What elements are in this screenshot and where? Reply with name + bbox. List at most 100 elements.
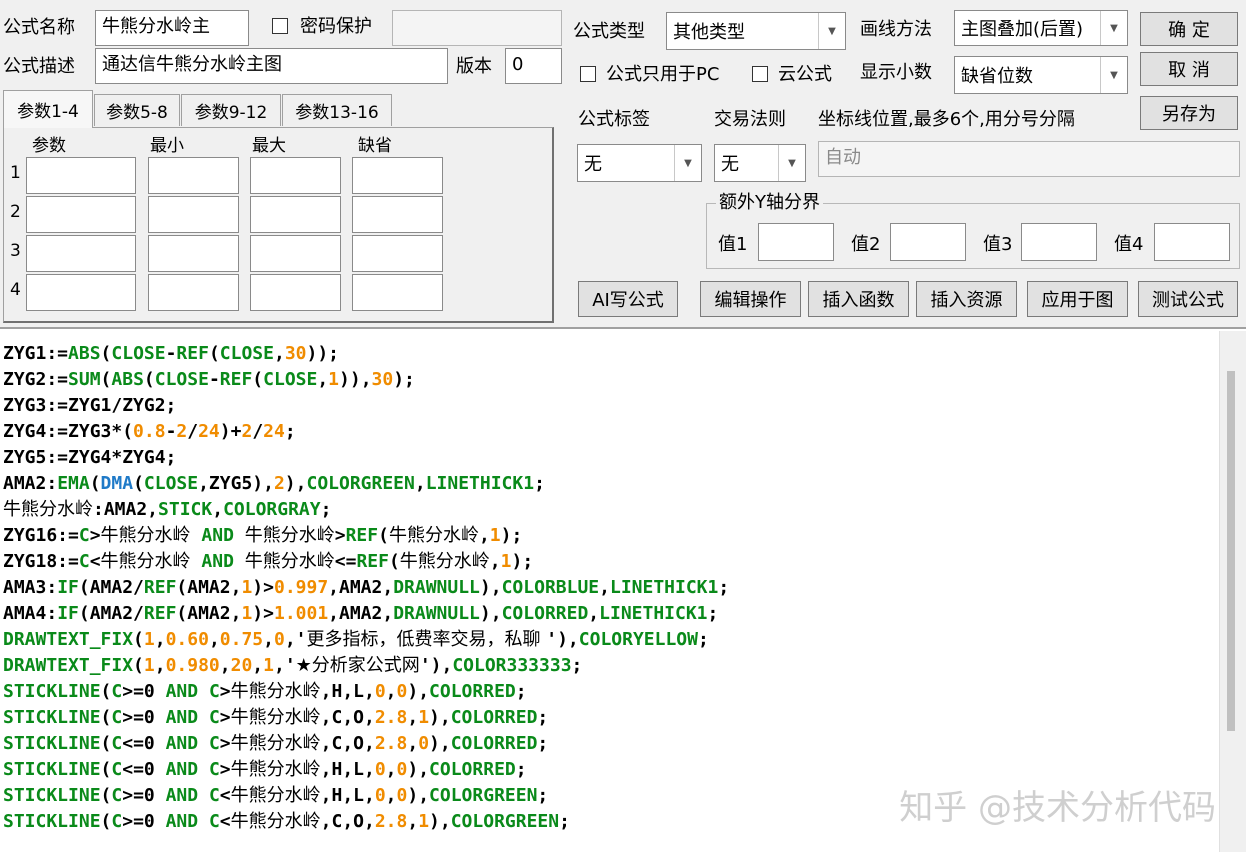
code-line[interactable]: AMA3:IF(AMA2/REF(AMA2,1)>0.997,AMA2,DRAW… bbox=[3, 575, 729, 601]
code-token: AMA4: bbox=[3, 603, 58, 624]
param-min-input[interactable] bbox=[148, 235, 239, 272]
formula-type-value: 其他类型 bbox=[673, 22, 745, 43]
ok-button[interactable]: 确 定 bbox=[1140, 12, 1238, 46]
cancel-button[interactable]: 取 消 bbox=[1140, 52, 1238, 86]
param-row-number: 1 bbox=[10, 163, 21, 183]
code-token: , bbox=[212, 499, 224, 520]
code-token: C bbox=[78, 551, 90, 572]
code-line[interactable]: ZYG3:=ZYG1/ZYG2; bbox=[3, 393, 729, 419]
code-line[interactable]: DRAWTEXT_FIX(1,0.60,0.75,0,'更多指标，低费率交易，私… bbox=[3, 627, 729, 653]
save-as-button[interactable]: 另存为 bbox=[1140, 96, 1238, 130]
code-line[interactable]: ZYG2:=SUM(ABS(CLOSE-REF(CLOSE,1)),30); bbox=[3, 367, 729, 393]
code-token: STICKLINE bbox=[3, 785, 101, 806]
pc-only-checkbox[interactable] bbox=[580, 66, 596, 82]
dropdown-arrow-icon[interactable]: ▼ bbox=[674, 145, 701, 181]
ai-write-button[interactable]: AI写公式 bbox=[578, 281, 678, 317]
code-token: ), bbox=[407, 785, 430, 806]
code-token: ); bbox=[511, 551, 534, 572]
code-line[interactable]: STICKLINE(C>=0 AND C>牛熊分水岭,H,L,0,0),COLO… bbox=[3, 679, 729, 705]
password-input[interactable] bbox=[392, 10, 562, 46]
draw-method-select[interactable]: 主图叠加(后置) ▼ bbox=[954, 10, 1128, 46]
param-max-input[interactable] bbox=[250, 235, 341, 272]
dropdown-arrow-icon[interactable]: ▼ bbox=[778, 145, 805, 181]
edit-ops-button[interactable]: 编辑操作 bbox=[700, 281, 801, 317]
tab-params-1-4[interactable]: 参数1-4 bbox=[3, 90, 93, 128]
tab-params-13-16[interactable]: 参数13-16 bbox=[282, 94, 392, 126]
code-line[interactable]: STICKLINE(C<=0 AND C>牛熊分水岭,C,O,2.8,0),CO… bbox=[3, 731, 729, 757]
formula-tag-select[interactable]: 无 ▼ bbox=[577, 144, 702, 182]
param-default-input[interactable] bbox=[352, 235, 443, 272]
insert-resource-button[interactable]: 插入资源 bbox=[916, 281, 1017, 317]
code-editor[interactable]: ZYG1:=ABS(CLOSE-REF(CLOSE,30)); ZYG2:=SUM… bbox=[0, 327, 1246, 852]
insert-function-button[interactable]: 插入函数 bbox=[808, 281, 909, 317]
param-name-input[interactable] bbox=[26, 274, 136, 311]
param-max-input[interactable] bbox=[250, 274, 341, 311]
code-text[interactable]: ZYG1:=ABS(CLOSE-REF(CLOSE,30)); ZYG2:=SUM… bbox=[3, 341, 729, 835]
decimal-select[interactable]: 缺省位数 ▼ bbox=[954, 56, 1128, 94]
apply-to-chart-button[interactable]: 应用于图 bbox=[1027, 281, 1128, 317]
code-token: COLORRED bbox=[429, 759, 516, 780]
code-token: AND bbox=[165, 707, 199, 728]
code-line[interactable]: DRAWTEXT_FIX(1,0.980,20,1,'★分析家公式网'),COL… bbox=[3, 653, 729, 679]
y-value2-label: 值2 bbox=[851, 234, 881, 255]
code-line[interactable]: ZYG18:=C<牛熊分水岭 AND 牛熊分水岭<=REF(牛熊分水岭,1); bbox=[3, 549, 729, 575]
code-line[interactable]: ZYG1:=ABS(CLOSE-REF(CLOSE,30)); bbox=[3, 341, 729, 367]
code-line[interactable]: STICKLINE(C>=0 AND C<牛熊分水岭,H,L,0,0),COLO… bbox=[3, 783, 729, 809]
y-value4-input[interactable] bbox=[1154, 223, 1230, 261]
formula-type-select[interactable]: 其他类型 ▼ bbox=[666, 12, 846, 50]
dropdown-arrow-icon[interactable]: ▼ bbox=[1100, 11, 1127, 45]
y-value3-input[interactable] bbox=[1021, 223, 1097, 261]
code-line[interactable]: AMA4:IF(AMA2/REF(AMA2,1)>1.001,AMA2,DRAW… bbox=[3, 601, 729, 627]
code-line[interactable]: 牛熊分水岭:AMA2,STICK,COLORGRAY; bbox=[3, 497, 729, 523]
param-max-input[interactable] bbox=[250, 157, 341, 194]
code-line[interactable]: STICKLINE(C<=0 AND C>牛熊分水岭,H,L,0,0),COLO… bbox=[3, 757, 729, 783]
code-line[interactable]: STICKLINE(C>=0 AND C<牛熊分水岭,C,O,2.8,1),CO… bbox=[3, 809, 729, 835]
formula-desc-input[interactable]: 通达信牛熊分水岭主图 bbox=[95, 48, 448, 84]
code-line[interactable]: STICKLINE(C>=0 AND C>牛熊分水岭,C,O,2.8,1),CO… bbox=[3, 705, 729, 731]
code-token: REF bbox=[219, 369, 253, 390]
decimal-label: 显示小数 bbox=[860, 62, 932, 83]
code-token: LINETHICK1 bbox=[425, 473, 535, 494]
code-token: LINETHICK1 bbox=[599, 603, 708, 624]
code-token: , bbox=[407, 811, 419, 832]
password-checkbox[interactable] bbox=[272, 18, 288, 34]
param-default-input[interactable] bbox=[352, 157, 443, 194]
code-token: ZYG18:= bbox=[3, 551, 79, 572]
y-value2-input[interactable] bbox=[890, 223, 966, 261]
param-min-input[interactable] bbox=[148, 157, 239, 194]
code-line[interactable]: ZYG4:=ZYG3*(0.8-2/24)+2/24; bbox=[3, 419, 729, 445]
scrollbar-thumb[interactable] bbox=[1227, 371, 1235, 731]
test-formula-button[interactable]: 测试公式 bbox=[1138, 281, 1238, 317]
code-token: LINETHICK1 bbox=[609, 577, 719, 598]
code-token: 0 bbox=[396, 785, 408, 806]
param-default-input[interactable] bbox=[352, 274, 443, 311]
code-line[interactable]: AMA2:EMA(DMA(CLOSE,ZYG5),2),COLORGREEN,L… bbox=[3, 471, 729, 497]
code-line[interactable]: ZYG5:=ZYG4*ZYG4; bbox=[3, 445, 729, 471]
dropdown-arrow-icon[interactable]: ▼ bbox=[1100, 57, 1127, 93]
code-token: CLOSE bbox=[111, 343, 166, 364]
param-name-input[interactable] bbox=[26, 196, 136, 233]
trade-rule-select[interactable]: 无 ▼ bbox=[714, 144, 806, 182]
code-token: 24 bbox=[263, 421, 285, 442]
code-token: COLORYELLOW bbox=[578, 629, 698, 650]
vertical-scrollbar[interactable] bbox=[1219, 331, 1246, 852]
param-max-input[interactable] bbox=[250, 196, 341, 233]
param-name-input[interactable] bbox=[26, 157, 136, 194]
tab-params-5-8[interactable]: 参数5-8 bbox=[94, 94, 180, 126]
axis-lines-input[interactable]: 自动 bbox=[818, 141, 1240, 177]
code-line[interactable]: ZYG16:=C>牛熊分水岭 AND 牛熊分水岭>REF(牛熊分水岭,1); bbox=[3, 523, 729, 549]
formula-name-input[interactable]: 牛熊分水岭主 bbox=[95, 10, 249, 46]
param-name-input[interactable] bbox=[26, 235, 136, 272]
version-input[interactable]: 0 bbox=[505, 48, 562, 84]
param-header-default: 缺省 bbox=[358, 136, 392, 156]
cloud-checkbox[interactable] bbox=[752, 66, 768, 82]
y-value1-input[interactable] bbox=[758, 223, 834, 261]
param-default-input[interactable] bbox=[352, 196, 443, 233]
code-token: REF bbox=[176, 343, 209, 364]
tab-params-9-12[interactable]: 参数9-12 bbox=[181, 94, 281, 126]
dropdown-arrow-icon[interactable]: ▼ bbox=[818, 13, 845, 49]
code-token: DRAWTEXT_FIX bbox=[3, 655, 134, 676]
param-min-input[interactable] bbox=[148, 274, 239, 311]
param-min-input[interactable] bbox=[148, 196, 239, 233]
